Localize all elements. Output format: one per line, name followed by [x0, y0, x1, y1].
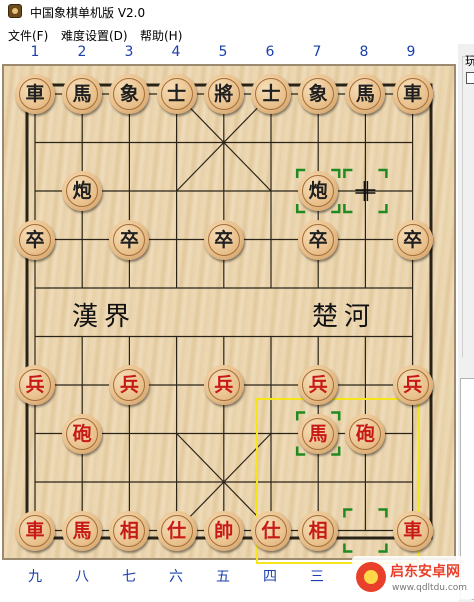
selection-corner-marker — [295, 411, 341, 456]
file-number: 六 — [169, 569, 183, 585]
marker-corner — [378, 543, 388, 553]
marker-corner — [378, 168, 388, 178]
watermark-logo-icon — [356, 562, 386, 592]
marker-corner — [295, 204, 306, 214]
watermark: 启东安卓网 www.qdltdu.com — [352, 556, 474, 600]
file-number: 七 — [122, 569, 136, 585]
marker-corner — [295, 168, 306, 178]
marker-corner — [343, 543, 353, 553]
marker-corner — [343, 204, 353, 214]
selection-corner-marker — [343, 168, 388, 214]
marker-corner — [343, 508, 353, 518]
marker-corner — [331, 168, 341, 178]
watermark-title: 启东安卓网 — [390, 564, 460, 580]
marker-corner — [331, 411, 341, 421]
marker-corner — [295, 446, 306, 456]
marker-corner — [343, 168, 353, 178]
marker-corner — [378, 204, 388, 214]
selection-markers — [295, 168, 388, 553]
crosshair-cursor-icon — [355, 181, 376, 201]
file-number: 三 — [310, 569, 324, 585]
marker-corner — [331, 204, 341, 214]
file-number: 五 — [216, 569, 230, 585]
selection-corner-marker — [343, 508, 388, 553]
side-groupbox — [462, 56, 474, 357]
file-number: 九 — [28, 569, 42, 585]
selection-corner-marker — [295, 168, 341, 214]
file-number: 四 — [263, 569, 277, 585]
side-checkbox[interactable] — [466, 72, 474, 84]
marker-corner — [295, 411, 306, 421]
file-number: 八 — [75, 569, 89, 585]
side-group-label: 玩 — [465, 52, 474, 69]
watermark-url: www.qdltdu.com — [392, 583, 468, 593]
marker-corner — [331, 446, 341, 456]
marker-corner — [378, 508, 388, 518]
